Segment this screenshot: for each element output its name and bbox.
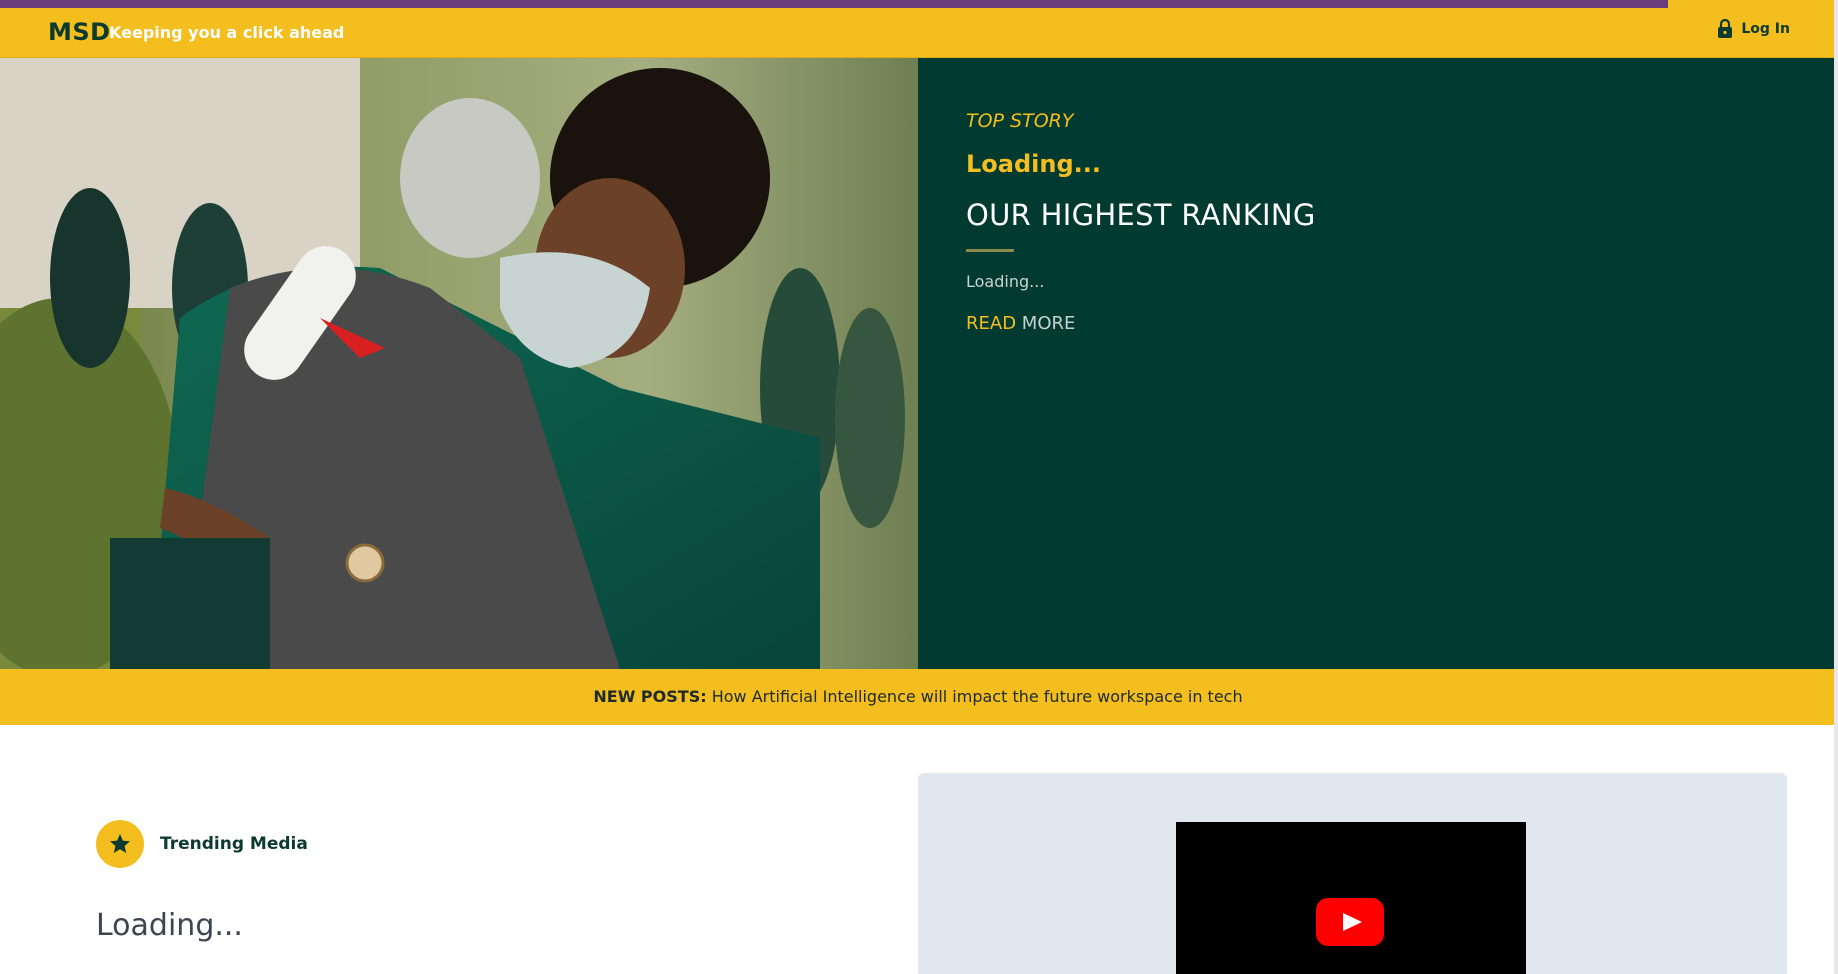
page-scrollbar[interactable] bbox=[1834, 0, 1838, 974]
top-accent-strip bbox=[0, 0, 1838, 8]
youtube-play-icon[interactable] bbox=[1316, 898, 1384, 946]
site-logo[interactable]: MSD bbox=[48, 18, 111, 46]
trending-media-label: Trending Media bbox=[160, 834, 308, 854]
ticker-content[interactable]: NEW POSTS: How Artificial Intelligence w… bbox=[0, 687, 1836, 706]
top-story-title: Loading... bbox=[966, 150, 1101, 178]
site-tagline: Keeping you a click ahead bbox=[109, 23, 345, 42]
star-icon bbox=[96, 820, 144, 868]
headline-divider bbox=[966, 249, 1014, 252]
top-story-kicker: TOP STORY bbox=[966, 110, 1074, 132]
top-story-headline: OUR HIGHEST RANKING bbox=[966, 198, 1316, 232]
media-card bbox=[918, 773, 1787, 974]
trending-media-heading: Trending Media bbox=[96, 820, 308, 868]
read-more-read: READ bbox=[966, 313, 1017, 334]
hero-photo bbox=[0, 58, 918, 669]
top-accent-strip-end bbox=[1668, 0, 1838, 8]
hero-section: TOP STORY Loading... OUR HIGHEST RANKING… bbox=[0, 58, 1838, 669]
ticker-text: How Artificial Intelligence will impact … bbox=[711, 687, 1243, 706]
trending-media-loading: Loading... bbox=[96, 908, 243, 943]
video-player[interactable] bbox=[1176, 822, 1526, 974]
new-posts-ticker: NEW POSTS: How Artificial Intelligence w… bbox=[0, 669, 1838, 725]
login-button[interactable]: Log In bbox=[1717, 18, 1790, 39]
site-header: MSD Keeping you a click ahead Log In bbox=[0, 8, 1838, 58]
top-story-panel: TOP STORY Loading... OUR HIGHEST RANKING… bbox=[918, 58, 1838, 669]
login-label: Log In bbox=[1741, 21, 1790, 37]
lock-icon bbox=[1717, 18, 1733, 39]
read-more-link[interactable]: READ MORE bbox=[966, 313, 1075, 334]
read-more-more: MORE bbox=[1021, 313, 1076, 334]
top-story-excerpt: Loading... bbox=[966, 272, 1045, 291]
ticker-label: NEW POSTS: bbox=[593, 687, 707, 706]
